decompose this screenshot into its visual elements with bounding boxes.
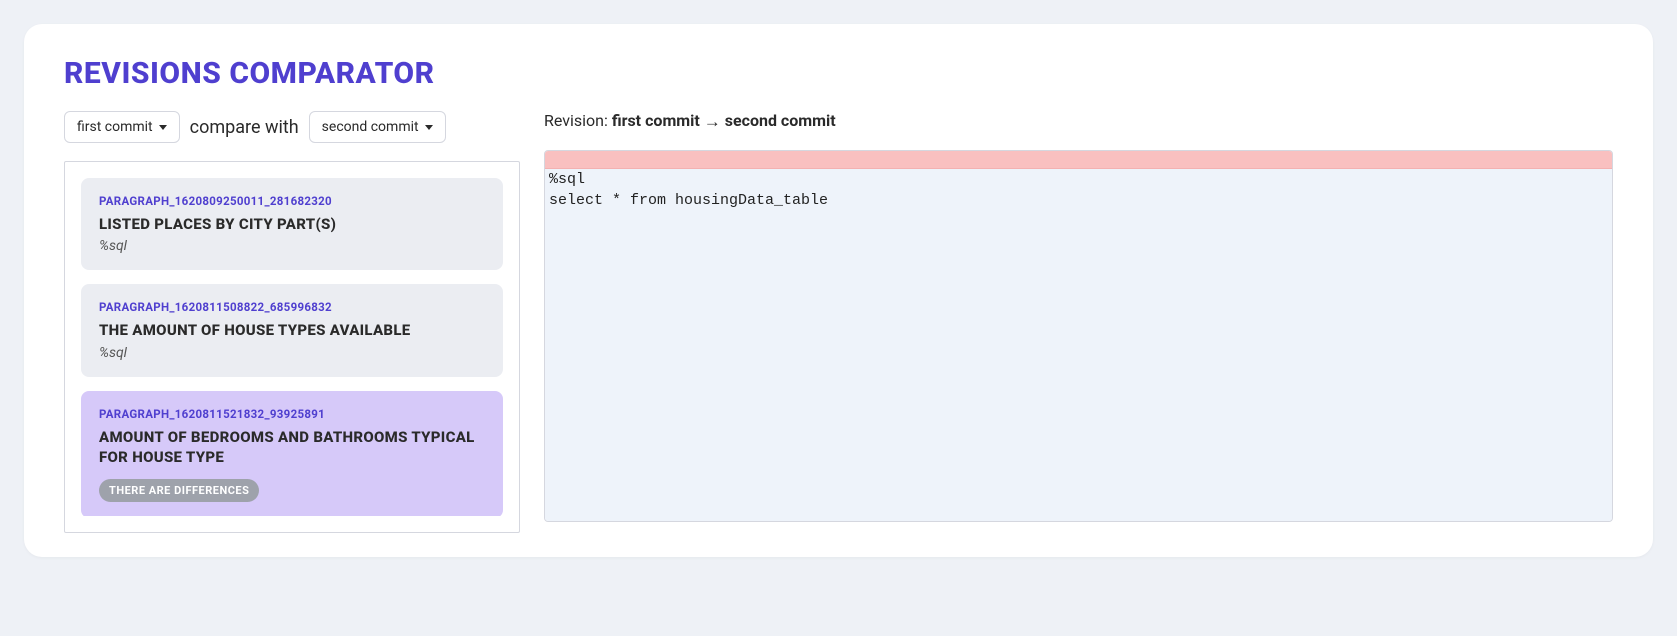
paragraph-title: LISTED PLACES BY CITY PART(S) [99, 214, 485, 234]
paragraph-title: THE AMOUNT OF HOUSE TYPES AVAILABLE [99, 320, 485, 340]
paragraph-id: PARAGRAPH_1620811508822_685996832 [99, 300, 485, 314]
arrow-right-icon: → [704, 112, 721, 132]
paragraph-id: PARAGRAPH_1620809250011_281682320 [99, 194, 485, 208]
left-column: first commit compare with second commit … [64, 111, 520, 533]
code-view[interactable]: %sql select * from housingData_table [545, 169, 1612, 521]
paragraph-card[interactable]: PARAGRAPH_1620811508822_685996832 THE AM… [81, 284, 503, 376]
selectors-bar: first commit compare with second commit [64, 111, 520, 143]
second-commit-value: second commit [322, 119, 419, 135]
chevron-down-icon [425, 125, 433, 130]
first-commit-select[interactable]: first commit [64, 111, 180, 143]
paragraph-title: AMOUNT OF BEDROOMS AND BATHROOMS TYPICAL… [99, 427, 485, 468]
paragraph-id: PARAGRAPH_1620811521832_93925891 [99, 407, 485, 421]
paragraph-lang: %sql [99, 345, 485, 361]
first-commit-value: first commit [77, 119, 153, 135]
diff-badge: THERE ARE DIFFERENCES [99, 479, 259, 502]
diff-box: %sql select * from housingData_table [544, 150, 1613, 522]
page-title: REVISIONS COMPARATOR [64, 56, 1613, 91]
paragraph-card[interactable]: PARAGRAPH_1620809250011_281682320 LISTED… [81, 178, 503, 270]
paragraph-list: PARAGRAPH_1620809250011_281682320 LISTED… [64, 161, 520, 533]
second-commit-select[interactable]: second commit [309, 111, 446, 143]
revision-line: Revision: first commit → second commit [544, 111, 1613, 132]
paragraph-lang: %sql [99, 238, 485, 254]
revision-from: first commit [612, 111, 700, 130]
compare-with-label: compare with [190, 117, 299, 138]
revision-to: second commit [725, 111, 836, 130]
paragraph-scroll[interactable]: PARAGRAPH_1620809250011_281682320 LISTED… [81, 178, 513, 516]
right-column: Revision: first commit → second commit %… [544, 111, 1613, 522]
paragraph-card[interactable]: PARAGRAPH_1620811521832_93925891 AMOUNT … [81, 391, 503, 517]
revisions-panel: REVISIONS COMPARATOR first commit compar… [24, 24, 1653, 557]
chevron-down-icon [159, 125, 167, 130]
revision-prefix: Revision: [544, 111, 612, 130]
diff-highlight-bar [545, 151, 1612, 169]
